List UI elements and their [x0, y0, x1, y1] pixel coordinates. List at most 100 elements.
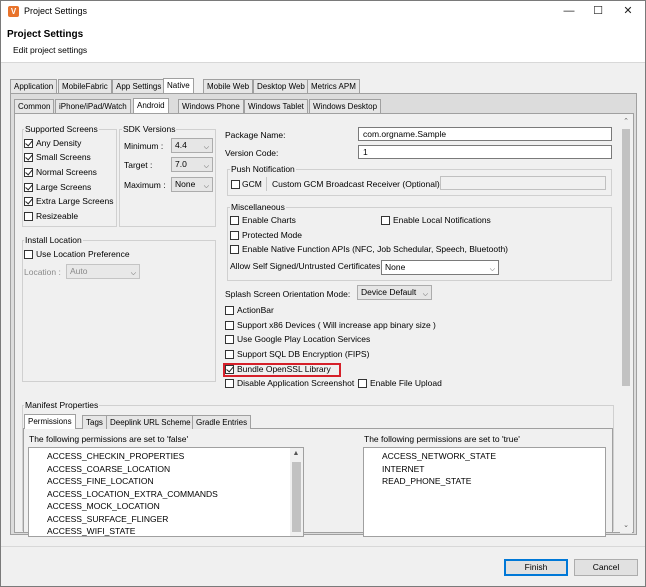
support-x86-checkbox[interactable]: [225, 321, 234, 330]
scroll-down-icon[interactable]: ⌄: [621, 521, 631, 529]
true-permissions-label: The following permissions are set to 'tr…: [364, 434, 520, 444]
list-item[interactable]: ACCESS_FINE_LOCATION: [47, 476, 154, 486]
native-function-apis-checkbox[interactable]: [230, 245, 239, 254]
enable-file-upload-checkbox[interactable]: [358, 379, 367, 388]
resizeable-label: Resizeable: [36, 211, 79, 221]
gcm-label: GCM: [242, 179, 262, 189]
sdk-target-value: 7.0: [175, 159, 187, 169]
tab-tags[interactable]: Tags: [82, 415, 107, 429]
tab-native[interactable]: Native: [163, 78, 194, 93]
list-item[interactable]: ACCESS_CHECKIN_PROPERTIES: [47, 451, 184, 461]
false-permissions-label: The following permissions are set to 'fa…: [29, 434, 189, 444]
chevron-down-icon: ⌵: [130, 270, 136, 277]
tab-mobilefabric[interactable]: MobileFabric: [58, 79, 112, 93]
gcm-divider: [266, 177, 267, 191]
any-density-checkbox[interactable]: [24, 138, 33, 148]
sdk-maximum-select[interactable]: None ⌵: [171, 177, 213, 192]
tab-app-settings[interactable]: App Settings: [112, 79, 166, 93]
tab-application[interactable]: Application: [10, 79, 58, 93]
list-item[interactable]: ACCESS_SURFACE_FLINGER: [47, 514, 168, 524]
list-item[interactable]: INTERNET: [382, 464, 425, 474]
google-play-location-checkbox[interactable]: [225, 335, 234, 344]
app-logo-icon: V: [8, 6, 19, 17]
tab-desktop-web[interactable]: Desktop Web: [253, 79, 309, 93]
tab-windows-tablet[interactable]: Windows Tablet: [244, 99, 308, 113]
enable-local-notifications-checkbox[interactable]: [381, 216, 390, 225]
scroll-up-icon[interactable]: ⌃: [621, 117, 631, 125]
enable-charts-checkbox[interactable]: [230, 216, 239, 225]
any-density-label: Any Density: [36, 138, 82, 148]
list-item[interactable]: ACCESS_COARSE_LOCATION: [47, 464, 170, 474]
list-item[interactable]: ACCESS_WIFI_STATE: [47, 526, 135, 536]
sql-db-encryption-checkbox[interactable]: [225, 350, 234, 359]
sdk-target-select[interactable]: 7.0 ⌵: [171, 157, 213, 172]
small-screens-checkbox[interactable]: [24, 152, 33, 162]
install-location-title: Install Location: [24, 235, 83, 245]
tab-common[interactable]: Common: [14, 99, 55, 113]
true-permissions-list[interactable]: ACCESS_NETWORK_STATE INTERNET READ_PHONE…: [363, 447, 606, 537]
scroll-up-icon[interactable]: ▲: [291, 450, 301, 457]
false-permissions-list[interactable]: ACCESS_CHECKIN_PROPERTIES ACCESS_COARSE_…: [28, 447, 304, 537]
finish-button[interactable]: Finish: [504, 559, 568, 576]
splash-orientation-value: Device Default: [361, 287, 417, 297]
sdk-minimum-label: Minimum :: [124, 141, 164, 151]
normal-screens-checkbox[interactable]: [24, 167, 33, 177]
tab-metrics-apm[interactable]: Metrics APM: [307, 79, 360, 93]
location-label: Location :: [24, 267, 61, 277]
maximize-icon[interactable]: ☐: [583, 3, 613, 20]
extra-large-screens-checkbox[interactable]: [24, 196, 33, 206]
normal-screens-label: Normal Screens: [36, 167, 97, 177]
settings-scrollbar[interactable]: ⌃ ⌄: [620, 115, 632, 533]
self-signed-certificates-select[interactable]: None ⌵: [381, 260, 499, 275]
scrollbar-thumb[interactable]: [292, 462, 301, 532]
protected-mode-checkbox[interactable]: [230, 231, 239, 240]
actionbar-checkbox[interactable]: [225, 306, 234, 315]
tab-deeplink-url-scheme[interactable]: Deeplink URL Scheme: [106, 415, 195, 429]
location-select[interactable]: Auto ⌵: [66, 264, 140, 279]
tab-mobile-web[interactable]: Mobile Web: [203, 79, 254, 93]
disable-screenshot-checkbox[interactable]: [225, 379, 234, 388]
sdk-minimum-select[interactable]: 4.4 ⌵: [171, 138, 213, 153]
large-screens-checkbox[interactable]: [24, 182, 33, 192]
project-settings-window: V Project Settings — ☐ ✕ Project Setting…: [0, 0, 646, 587]
native-function-apis-label: Enable Native Function APIs (NFC, Job Sc…: [242, 244, 509, 254]
list-item[interactable]: ACCESS_NETWORK_STATE: [382, 451, 496, 461]
tab-android[interactable]: Android: [133, 98, 169, 113]
version-code-input[interactable]: 1: [358, 145, 612, 159]
splash-orientation-select[interactable]: Device Default ⌵: [357, 285, 432, 300]
false-permissions-scrollbar[interactable]: ▲: [290, 448, 303, 536]
title-bar: V Project Settings — ☐ ✕: [1, 1, 645, 23]
tab-iphone-ipad-watch[interactable]: iPhone/iPad/Watch: [55, 99, 131, 113]
small-screens-label: Small Screens: [36, 152, 91, 162]
sdk-target-label: Target :: [124, 160, 153, 170]
tab-windows-desktop[interactable]: Windows Desktop: [309, 99, 382, 113]
scrollbar-thumb[interactable]: [622, 129, 630, 386]
list-item[interactable]: ACCESS_MOCK_LOCATION: [47, 501, 160, 511]
list-item[interactable]: ACCESS_LOCATION_EXTRA_COMMANDS: [47, 489, 218, 499]
chevron-down-icon: ⌵: [203, 183, 209, 190]
self-signed-certificates-label: Allow Self Signed/Untrusted Certificates: [230, 261, 381, 271]
miscellaneous-title: Miscellaneous: [230, 202, 286, 212]
close-icon[interactable]: ✕: [613, 3, 643, 20]
footer-divider: [1, 546, 645, 547]
tab-gradle-entries[interactable]: Gradle Entries: [192, 415, 252, 429]
package-name-input[interactable]: com.orgname.Sample: [358, 127, 612, 141]
sdk-versions-title: SDK Versions: [122, 124, 177, 134]
chevron-down-icon: ⌵: [203, 144, 209, 151]
resizeable-checkbox[interactable]: [24, 212, 33, 221]
tab-windows-phone[interactable]: Windows Phone: [178, 99, 244, 113]
gcm-receiver-input[interactable]: [440, 176, 606, 190]
list-item[interactable]: READ_PHONE_STATE: [382, 476, 471, 486]
location-value: Auto: [70, 266, 88, 276]
supported-screens-title: Supported Screens: [24, 124, 99, 134]
extra-large-screens-label: Extra Large Screens: [36, 196, 114, 206]
minimize-icon[interactable]: —: [554, 3, 584, 20]
bundle-openssl-checkbox[interactable]: [225, 364, 234, 374]
cancel-button[interactable]: Cancel: [574, 559, 638, 576]
sdk-maximum-value: None: [175, 179, 196, 189]
use-location-preference-checkbox[interactable]: [24, 250, 33, 259]
tab-permissions[interactable]: Permissions: [24, 414, 76, 429]
gcm-checkbox[interactable]: [231, 180, 240, 189]
splash-orientation-label: Splash Screen Orientation Mode:: [225, 289, 351, 299]
enable-file-upload-label: Enable File Upload: [370, 378, 442, 388]
